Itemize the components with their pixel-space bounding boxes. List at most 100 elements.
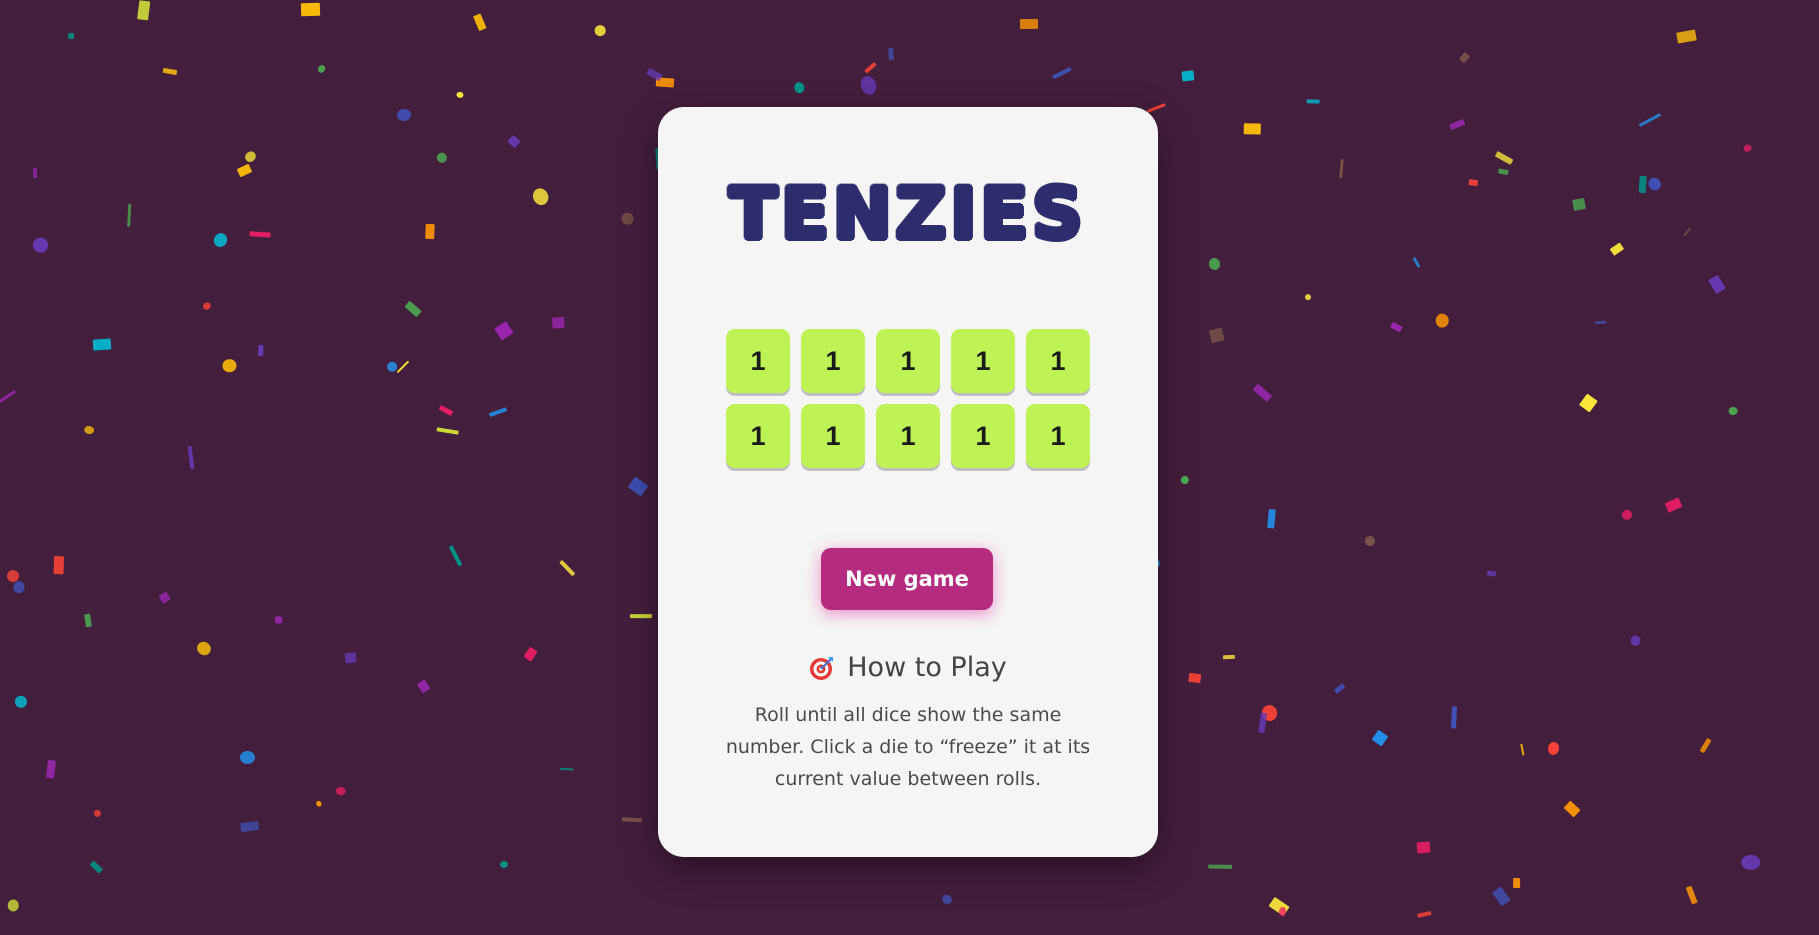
confetti-piece bbox=[396, 360, 410, 374]
confetti-piece bbox=[1638, 176, 1647, 194]
confetti-piece bbox=[1278, 906, 1288, 918]
confetti-piece bbox=[1699, 738, 1712, 754]
confetti-piece bbox=[1267, 508, 1276, 529]
confetti-piece bbox=[1741, 143, 1753, 153]
confetti-piece bbox=[500, 860, 509, 869]
confetti-piece bbox=[316, 63, 328, 75]
die-10[interactable]: 1 bbox=[1026, 404, 1090, 468]
die-2[interactable]: 1 bbox=[801, 329, 865, 393]
confetti-piece bbox=[1448, 118, 1465, 131]
die-4[interactable]: 1 bbox=[951, 329, 1015, 393]
confetti-piece bbox=[1486, 569, 1497, 577]
confetti-piece bbox=[435, 150, 449, 165]
confetti-piece bbox=[1268, 896, 1291, 917]
dice-grid: 1 1 1 1 1 1 1 1 1 1 bbox=[726, 329, 1090, 468]
confetti-piece bbox=[1208, 864, 1233, 869]
confetti-piece bbox=[1458, 51, 1470, 63]
target-icon bbox=[809, 655, 835, 681]
confetti-piece bbox=[83, 613, 93, 628]
confetti-piece bbox=[1147, 103, 1166, 113]
confetti-piece bbox=[858, 74, 879, 98]
confetti-piece bbox=[627, 476, 649, 497]
confetti-piece bbox=[14, 695, 28, 709]
confetti-piece bbox=[1572, 198, 1586, 211]
confetti-piece bbox=[32, 168, 37, 179]
die-1[interactable]: 1 bbox=[726, 329, 790, 393]
confetti-piece bbox=[888, 47, 895, 61]
confetti-piece bbox=[249, 230, 271, 237]
confetti-piece bbox=[1208, 327, 1225, 343]
confetti-piece bbox=[1333, 683, 1346, 695]
confetti-piece bbox=[1707, 275, 1726, 295]
confetti-piece bbox=[4, 567, 21, 585]
confetti-piece bbox=[1594, 320, 1607, 325]
confetti-piece bbox=[92, 808, 103, 819]
confetti-piece bbox=[1520, 743, 1525, 756]
confetti-piece bbox=[1494, 151, 1514, 166]
game-card: TENZIES 1 1 1 1 1 1 1 1 1 1 New game How… bbox=[658, 107, 1158, 857]
die-3[interactable]: 1 bbox=[876, 329, 940, 393]
confetti-piece bbox=[1682, 227, 1691, 238]
confetti-piece bbox=[1451, 706, 1458, 729]
confetti-piece bbox=[1019, 18, 1039, 29]
confetti-piece bbox=[622, 817, 643, 823]
confetti-piece bbox=[257, 344, 263, 356]
confetti-piece bbox=[530, 185, 552, 208]
confetti-piece bbox=[187, 445, 194, 470]
confetti-piece bbox=[436, 427, 459, 435]
confetti-piece bbox=[864, 62, 878, 74]
app-title: TENZIES bbox=[729, 173, 1087, 255]
confetti-piece bbox=[1664, 497, 1683, 513]
confetti-piece bbox=[127, 203, 132, 227]
confetti-piece bbox=[335, 786, 346, 796]
confetti-piece bbox=[243, 149, 259, 165]
how-to-play-header: How to Play bbox=[658, 652, 1158, 683]
die-9[interactable]: 1 bbox=[951, 404, 1015, 468]
confetti-piece bbox=[1208, 257, 1221, 271]
die-5[interactable]: 1 bbox=[1026, 329, 1090, 393]
confetti-piece bbox=[1546, 741, 1560, 757]
confetti-piece bbox=[1741, 854, 1761, 870]
confetti-piece bbox=[472, 12, 487, 31]
confetti-piece bbox=[1686, 885, 1698, 905]
confetti-piece bbox=[1468, 179, 1478, 187]
confetti-piece bbox=[67, 32, 75, 39]
confetti-piece bbox=[240, 820, 259, 832]
confetti-piece bbox=[1181, 70, 1195, 82]
confetti-piece bbox=[551, 316, 566, 329]
die-6[interactable]: 1 bbox=[726, 404, 790, 468]
confetti-piece bbox=[12, 580, 26, 595]
confetti-piece bbox=[1304, 294, 1311, 301]
confetti-piece bbox=[162, 67, 178, 75]
confetti-piece bbox=[449, 545, 463, 567]
confetti-piece bbox=[1579, 393, 1598, 412]
confetti-piece bbox=[507, 134, 521, 148]
die-8[interactable]: 1 bbox=[876, 404, 940, 468]
confetti-piece bbox=[1244, 122, 1262, 135]
confetti-piece bbox=[629, 614, 652, 619]
confetti-piece bbox=[1434, 313, 1449, 328]
confetti-piece bbox=[655, 77, 675, 88]
confetti-piece bbox=[494, 321, 514, 341]
new-game-button[interactable]: New game bbox=[821, 548, 993, 610]
confetti-piece bbox=[1728, 406, 1739, 416]
die-7[interactable]: 1 bbox=[801, 404, 865, 468]
confetti-piece bbox=[1338, 158, 1344, 178]
confetti-piece bbox=[1491, 886, 1511, 907]
confetti-piece bbox=[1052, 66, 1072, 79]
confetti-piece bbox=[194, 639, 214, 658]
confetti-piece bbox=[222, 359, 237, 373]
confetti-piece bbox=[940, 892, 954, 906]
confetti-piece bbox=[1306, 99, 1320, 104]
confetti-piece bbox=[53, 556, 65, 575]
confetti-piece bbox=[240, 751, 256, 765]
confetti-piece bbox=[300, 2, 321, 16]
confetti-piece bbox=[1416, 841, 1431, 854]
confetti-piece bbox=[560, 768, 575, 771]
confetti-piece bbox=[1417, 910, 1432, 918]
confetti-piece bbox=[1179, 474, 1191, 486]
confetti-piece bbox=[523, 646, 538, 662]
confetti-piece bbox=[92, 338, 112, 352]
confetti-piece bbox=[488, 406, 508, 418]
confetti-piece bbox=[89, 860, 104, 874]
